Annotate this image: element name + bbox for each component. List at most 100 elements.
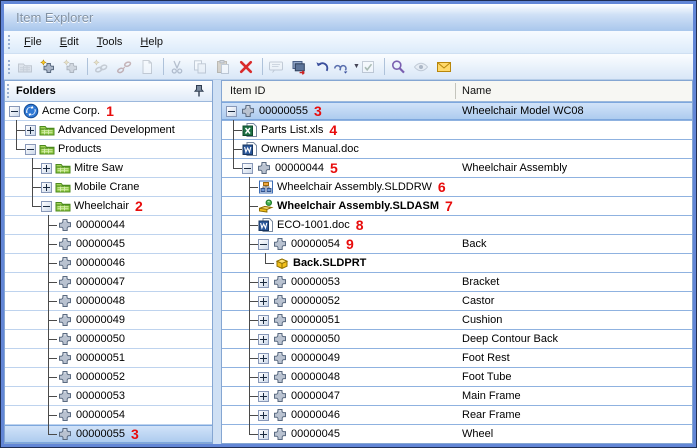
row-label: 00000055	[76, 428, 125, 440]
collapse-toggle[interactable]	[226, 105, 237, 117]
tree-row[interactable]: 00000054	[5, 405, 212, 425]
folders-panel-title: Folders	[16, 85, 56, 97]
expand-toggle[interactable]	[258, 295, 269, 307]
tree-row[interactable]: 00000053	[5, 386, 212, 406]
menubar-grip-handle[interactable]	[8, 35, 11, 49]
tree-row[interactable]: 00000048	[5, 291, 212, 311]
expand-toggle[interactable]	[258, 314, 269, 326]
undo-button[interactable]	[312, 56, 335, 77]
toolbar-separator	[87, 58, 88, 75]
toolbar-grip-handle[interactable]	[8, 59, 11, 74]
column-header-name[interactable]: Name	[462, 81, 491, 101]
expand-toggle[interactable]	[41, 162, 52, 174]
collapse-toggle[interactable]	[242, 162, 253, 174]
expand-toggle[interactable]	[258, 390, 269, 402]
expand-toggle[interactable]	[258, 371, 269, 383]
copy-button[interactable]	[190, 56, 213, 77]
tree-connector	[242, 310, 258, 330]
menu-item-help[interactable]: Help	[131, 33, 172, 51]
tree-row[interactable]: 00000050	[5, 329, 212, 349]
tree-row[interactable]: Wheelchair 2	[5, 196, 212, 216]
tree-row[interactable]: Parts List.xls 4	[222, 120, 692, 140]
email-button[interactable]	[434, 56, 457, 77]
new-item-button[interactable]	[38, 56, 61, 77]
item-icon	[272, 331, 288, 347]
tree-row[interactable]: 00000046	[5, 253, 212, 273]
paste-button[interactable]	[213, 56, 236, 77]
tree-row[interactable]: 00000044	[5, 215, 212, 235]
tree-row[interactable]: Mitre Saw	[5, 158, 212, 178]
expand-toggle[interactable]	[258, 276, 269, 288]
expand-toggle[interactable]	[258, 428, 269, 440]
comments-button[interactable]	[266, 56, 289, 77]
tree-row[interactable]: 00000045	[5, 234, 212, 254]
tree-row[interactable]: 00000054 9 Back	[222, 234, 692, 254]
tree-row[interactable]: 00000052	[5, 367, 212, 387]
search-button[interactable]	[388, 56, 411, 77]
collapse-toggle[interactable]	[25, 143, 36, 155]
expand-toggle[interactable]	[41, 181, 52, 193]
tree-row[interactable]: Products	[5, 139, 212, 159]
menu-item-edit[interactable]: Edit	[51, 33, 88, 51]
tree-row[interactable]: 00000055 3 Wheelchair Model WC08	[222, 102, 692, 121]
cut-button[interactable]	[167, 56, 190, 77]
collapse-toggle[interactable]	[41, 200, 52, 212]
menu-item-tools[interactable]: Tools	[88, 33, 132, 51]
tree-row[interactable]: 00000048 Foot Tube	[222, 367, 692, 387]
tree-connector	[226, 120, 242, 140]
collapse-toggle[interactable]	[258, 238, 269, 250]
redo-button[interactable]: ▼	[334, 56, 360, 77]
tree-row[interactable]: Owners Manual.doc	[222, 139, 692, 159]
copy-item-button[interactable]	[61, 56, 84, 77]
new-link-button[interactable]	[91, 56, 114, 77]
validate-button[interactable]	[358, 56, 381, 77]
tree-row[interactable]: Acme Corp. 1	[5, 102, 212, 121]
menu-item-file[interactable]: File	[15, 33, 51, 51]
break-link-button[interactable]	[114, 56, 137, 77]
tree-row[interactable]: 00000051 Cushion	[222, 310, 692, 330]
tree-row[interactable]: 00000051	[5, 348, 212, 368]
tree-row[interactable]: 00000047 Main Frame	[222, 386, 692, 406]
folders-header-grip-handle[interactable]	[7, 84, 10, 98]
tree-row[interactable]: ECO-1001.doc 8	[222, 215, 692, 235]
title-bar[interactable]: Item Explorer	[4, 4, 693, 31]
tree-row[interactable]: 00000045 Wheel	[222, 424, 692, 443]
tree-row[interactable]: Advanced Development	[5, 120, 212, 140]
delete-button[interactable]	[236, 56, 259, 77]
tree-row[interactable]: 00000046 Rear Frame	[222, 405, 692, 425]
tree-connector	[242, 196, 258, 216]
column-header-item-id[interactable]: Item ID	[230, 81, 265, 101]
tree-row[interactable]: Mobile Crane	[5, 177, 212, 197]
tree-row[interactable]: 00000049	[5, 310, 212, 330]
check-in-button[interactable]	[289, 56, 312, 77]
tree-row[interactable]: 00000044 5 Wheelchair Assembly	[222, 158, 692, 178]
row-label: 00000053	[76, 390, 125, 402]
expand-toggle[interactable]	[258, 333, 269, 345]
folders-tree: Acme Corp. 1 Advanced Development Products M…	[5, 102, 212, 443]
item-name-cell: Wheelchair Model WC08	[462, 105, 584, 117]
new-document-button[interactable]	[137, 56, 160, 77]
preview-button[interactable]	[411, 56, 434, 77]
collapse-toggle[interactable]	[9, 105, 20, 117]
expand-toggle[interactable]	[258, 352, 269, 364]
tree-row[interactable]: 00000052 Castor	[222, 291, 692, 311]
row-label: 00000052	[291, 295, 340, 307]
tree-row[interactable]: 00000049 Foot Rest	[222, 348, 692, 368]
new-folder-button[interactable]	[15, 56, 38, 77]
pin-icon[interactable]	[191, 83, 207, 99]
tree-row[interactable]: Wheelchair Assembly.SLDASM 7	[222, 196, 692, 216]
column-divider[interactable]	[455, 83, 456, 99]
tree-row[interactable]: 00000055 3	[5, 424, 212, 443]
tree-row[interactable]: 00000047	[5, 272, 212, 292]
tree-row[interactable]: Wheelchair Assembly.SLDDRW 6	[222, 177, 692, 197]
tree-row[interactable]: Back.SLDPRT	[222, 253, 692, 273]
tree-row[interactable]: 00000050 Deep Contour Back	[222, 329, 692, 349]
expand-toggle[interactable]	[258, 409, 269, 421]
tree-row[interactable]: 00000053 Bracket	[222, 272, 692, 292]
expand-toggle[interactable]	[25, 124, 36, 136]
